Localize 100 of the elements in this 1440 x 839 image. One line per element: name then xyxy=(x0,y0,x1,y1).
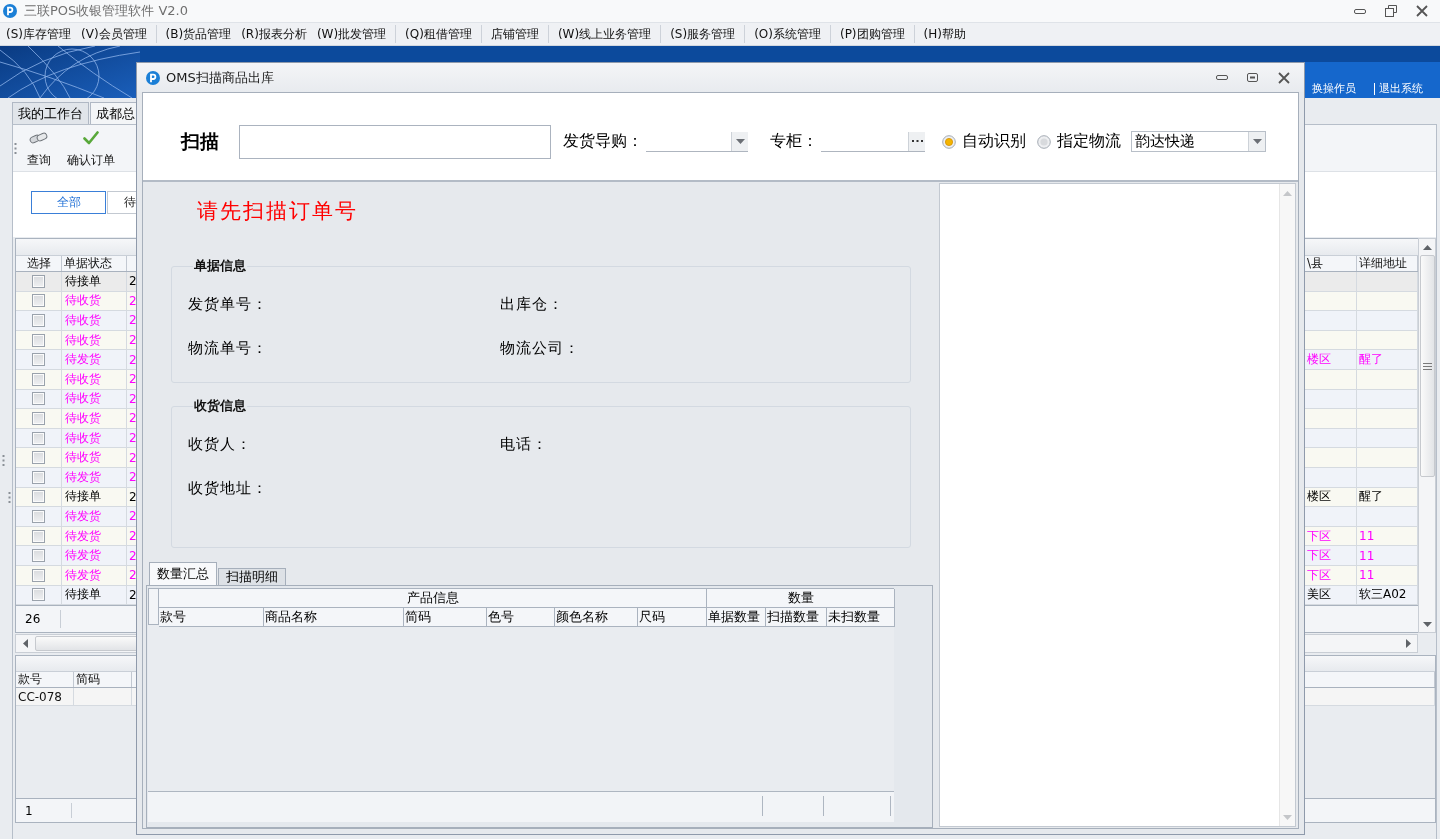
header-link[interactable]: 退出系统 xyxy=(1379,82,1423,96)
prompt-text: 请先扫描订单号 xyxy=(197,199,358,224)
column-header: 单据数量 xyxy=(707,608,766,627)
row-checkbox[interactable] xyxy=(32,529,45,543)
column-group-header: 数量 xyxy=(707,589,895,608)
row-checkbox[interactable] xyxy=(32,333,45,347)
tab[interactable]: 数量汇总 xyxy=(149,562,217,585)
menu-item[interactable]: 店铺管理 xyxy=(485,24,544,44)
field-label: 发货单号： xyxy=(188,294,268,315)
scan-input[interactable] xyxy=(239,124,551,159)
status-cell: 待发货 xyxy=(62,507,127,527)
header-link[interactable]: 换操作员 xyxy=(1312,82,1356,96)
row-checkbox[interactable] xyxy=(32,549,45,563)
column-header: 款号 xyxy=(16,672,74,687)
column-header: 颜色名称 xyxy=(555,608,638,627)
close-icon xyxy=(1415,5,1428,17)
menu-item[interactable]: (B)货品管理 xyxy=(160,24,237,44)
dropdown-button[interactable] xyxy=(731,131,748,151)
column-header: 尺码 xyxy=(638,608,707,627)
row-checkbox[interactable] xyxy=(32,431,45,445)
caret-down-icon xyxy=(1252,138,1262,145)
grip-icon[interactable] xyxy=(14,142,17,154)
grip-icon xyxy=(1422,362,1432,370)
app-logo-icon xyxy=(146,70,160,85)
field-label: 物流公司： xyxy=(500,338,580,359)
row-checkbox[interactable] xyxy=(32,451,45,465)
row-checkbox[interactable] xyxy=(32,509,45,523)
group-title: 收货信息 xyxy=(193,398,247,414)
row-checkbox[interactable] xyxy=(32,588,45,602)
field-label: 出库仓： xyxy=(500,294,564,315)
filter-button[interactable]: 全部 xyxy=(31,191,106,214)
menu-item[interactable]: (S)服务管理 xyxy=(665,24,741,44)
minimize-icon xyxy=(1215,75,1228,80)
table-cell: CC-078 xyxy=(16,688,74,706)
column-header: 扫描数量 xyxy=(766,608,827,627)
vertical-scrollbar[interactable] xyxy=(1279,184,1295,826)
status-cell: 待接单 xyxy=(62,272,127,292)
row-checkbox[interactable] xyxy=(32,411,45,425)
row-count: 26 xyxy=(16,610,61,628)
column-header: 色号 xyxy=(487,608,555,627)
field-label: 专柜： xyxy=(770,131,818,152)
row-checkbox[interactable] xyxy=(32,274,45,288)
window-title: 三联POS收银管理软件 V2.0 xyxy=(24,2,190,20)
field-label: 发货导购： xyxy=(563,131,643,152)
column-group-header: 产品信息 xyxy=(159,589,707,608)
status-cell: 待发货 xyxy=(62,546,127,566)
scroll-up-icon xyxy=(1422,243,1432,251)
browse-button[interactable] xyxy=(908,131,925,151)
menu-item[interactable]: (S)库存管理 xyxy=(1,24,76,44)
menu-item[interactable]: (W)线上业务管理 xyxy=(552,24,657,44)
menu-item[interactable]: (Q)租借管理 xyxy=(400,24,477,44)
row-checkbox[interactable] xyxy=(32,470,45,484)
row-checkbox[interactable] xyxy=(32,568,45,582)
status-cell: 待发货 xyxy=(62,350,127,370)
column-header: 选择 xyxy=(16,256,62,271)
radio-option[interactable]: 自动识别 xyxy=(942,131,1026,152)
field-label: 物流单号： xyxy=(188,338,268,359)
field-label: 收货人： xyxy=(188,434,252,455)
column-header: 单据状态 xyxy=(62,256,127,271)
vertical-scrollbar[interactable] xyxy=(1418,238,1436,633)
menu-item[interactable]: (H)帮助 xyxy=(918,24,971,44)
maximize-icon xyxy=(1247,73,1258,82)
tab[interactable]: 扫描明细 xyxy=(218,568,286,585)
menu-item[interactable]: (P)团购管理 xyxy=(834,24,910,44)
scrollbar-thumb[interactable] xyxy=(1419,255,1435,477)
radio-option[interactable]: 指定物流 xyxy=(1037,131,1121,152)
menu-item[interactable]: (W)批发管理 xyxy=(311,24,392,44)
row-checkbox[interactable] xyxy=(32,353,45,367)
menu-item[interactable]: (O)系统管理 xyxy=(749,24,826,44)
carrier-select[interactable]: 韵达快递 xyxy=(1131,131,1266,152)
row-checkbox[interactable] xyxy=(32,490,45,504)
radio-icon[interactable] xyxy=(1037,134,1051,149)
workspace-tab[interactable]: 我的工作台 xyxy=(12,102,89,124)
toolbar-button[interactable]: 确认订单 xyxy=(62,129,120,167)
row-checkbox[interactable] xyxy=(32,372,45,386)
minimize-icon xyxy=(1353,8,1366,14)
radio-icon[interactable] xyxy=(942,134,956,149)
status-cell: 待发货 xyxy=(62,467,127,488)
menu-item[interactable]: (R)报表分析 xyxy=(236,24,312,44)
field-label: 收货地址： xyxy=(188,478,268,499)
grip-icon[interactable] xyxy=(2,455,5,466)
status-cell: 待收货 xyxy=(62,409,127,429)
row-checkbox[interactable] xyxy=(32,314,45,327)
toolbar-button[interactable]: 查询 xyxy=(22,129,56,167)
scroll-up-icon xyxy=(1283,189,1292,197)
menu-item[interactable]: (V)会员管理 xyxy=(76,24,152,44)
scroll-left-icon xyxy=(21,639,29,648)
row-checkbox[interactable] xyxy=(32,294,45,308)
caret-down-icon xyxy=(735,137,745,145)
check-icon xyxy=(83,131,99,145)
scroll-down-icon xyxy=(1422,620,1432,628)
column-header: 款号 xyxy=(159,608,264,627)
dialog-title: OMS扫描商品出库 xyxy=(166,68,275,87)
status-cell: 待收货 xyxy=(62,369,127,390)
dropdown-button[interactable] xyxy=(1248,132,1265,151)
grip-icon[interactable] xyxy=(8,492,11,503)
scroll-right-icon xyxy=(1404,639,1412,648)
scan-label: 扫描 xyxy=(181,128,220,154)
row-checkbox[interactable] xyxy=(32,392,45,406)
close-icon xyxy=(1277,71,1290,84)
